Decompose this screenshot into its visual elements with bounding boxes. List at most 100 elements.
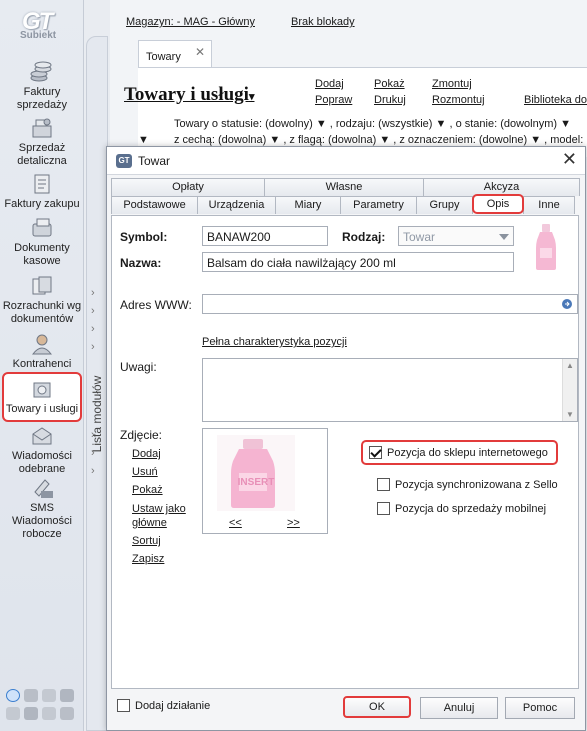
sms-icon [34, 479, 53, 498]
close-tab-icon[interactable]: ✕ [195, 45, 205, 59]
cancel-button[interactable]: Anuluj [420, 697, 498, 719]
assemble-link[interactable]: Zmontuj [432, 78, 472, 90]
sidebar-item-kontrahenci[interactable]: Kontrahenci [2, 332, 82, 371]
register-small-icon[interactable] [42, 689, 56, 702]
chevron-right-icon: › [91, 465, 95, 477]
photo-label: Zdjęcie: [120, 428, 163, 442]
type-label: Rodzaj: [342, 230, 386, 244]
photo-prev-link[interactable]: << [229, 517, 242, 529]
photo-next-link[interactable]: >> [287, 517, 300, 529]
close-icon[interactable]: ✕ [562, 149, 577, 170]
collapse-arrow-icon[interactable]: ▼ [138, 134, 149, 146]
product-dialog: GT Towar ✕ Opłaty Własne Akcyza Podstawo… [106, 146, 586, 731]
product-small-icon[interactable] [42, 707, 56, 720]
photo-delete-link[interactable]: Usuń [132, 466, 158, 478]
name-field[interactable]: Balsam do ciała nawilżający 200 ml [202, 252, 514, 272]
edit-link[interactable]: Popraw [315, 94, 352, 106]
checkbox-unchecked[interactable] [117, 699, 130, 712]
open-link-icon[interactable] [561, 298, 573, 310]
sidebar-item-faktury-zakupu[interactable]: Faktury zakupu [2, 172, 82, 211]
www-field[interactable] [202, 294, 578, 314]
photo-save-link[interactable]: Zapisz [132, 553, 164, 565]
photo-show-link[interactable]: Pokaż [132, 484, 163, 496]
bullet-icon[interactable] [6, 689, 20, 702]
sidebar-item-label: Dokumenty kasowe [14, 242, 70, 267]
scroll-down-icon[interactable]: ▼ [566, 410, 574, 419]
filter-line-2[interactable]: z cechą: (dowolna) ▼ , z flagą: (dowolna… [174, 134, 583, 146]
filter-line-1[interactable]: Towary o statusie: (dowolny) ▼ , rodzaju… [174, 118, 571, 130]
sidebar-item-towary-i-uslugi[interactable]: Towary i usługi [2, 372, 82, 422]
docs-small-icon[interactable] [6, 707, 20, 720]
tab-oplaty[interactable]: Opłaty [111, 178, 265, 196]
tab-wlasne[interactable]: Własne [264, 178, 424, 196]
coins-icon [30, 61, 52, 82]
www-label: Adres WWW: [120, 298, 192, 312]
sidebar-item-label: Wiadomości odebrane [12, 450, 72, 475]
sidebar-bottom-icons [4, 688, 82, 724]
chevron-right-icon: › [91, 287, 95, 299]
photo-set-main-link[interactable]: Ustaw jako główne [132, 502, 192, 530]
tab-towary[interactable]: Towary ✕ [138, 40, 212, 68]
tab-inne[interactable]: Inne [523, 196, 575, 214]
scroll-up-icon[interactable]: ▲ [566, 361, 574, 370]
print-link[interactable]: Drukuj [374, 94, 406, 106]
checkbox-add-action[interactable]: Dodaj działanie [117, 699, 210, 712]
page-title[interactable]: Towary i usługi▾ [124, 84, 254, 106]
tab-urzadzenia[interactable]: Urządzenia [197, 196, 276, 214]
invoice-small-icon[interactable] [60, 689, 74, 702]
checkbox-sello-sync[interactable]: Pozycja synchronizowana z Sello [377, 478, 558, 491]
disassemble-link[interactable]: Rozmontuj [432, 94, 485, 106]
person-small-icon[interactable] [24, 707, 38, 720]
coins-small-icon[interactable] [24, 689, 38, 702]
product-thumbnail[interactable] [532, 222, 560, 272]
checkbox-unchecked[interactable] [377, 502, 390, 515]
tab-grupy[interactable]: Grupy [416, 196, 473, 214]
checkbox-mobile-sales[interactable]: Pozycja do sprzedaży mobilnej [377, 502, 546, 515]
sidebar-item-label: Faktury zakupu [4, 198, 80, 210]
sidebar-item-label: Towary i usługi [5, 403, 79, 415]
sidebar-item-faktury-sprzedazy[interactable]: Faktury sprzedaży [2, 60, 82, 112]
checkbox-online-shop[interactable]: Pozycja do sklepu internetowego [361, 440, 558, 465]
ok-button[interactable]: OK [343, 696, 411, 718]
sidebar-item-rozrachunki[interactable]: Rozrachunki wg dokumentów [2, 274, 82, 326]
sidebar-item-label: Rozrachunki wg dokumentów [2, 300, 82, 325]
type-select[interactable]: Towar [398, 226, 514, 246]
warehouse-selector[interactable]: Magazyn: - MAG - Główny [126, 16, 255, 28]
product-photo[interactable]: INSERT [217, 435, 295, 511]
tab-opis[interactable]: Opis [472, 194, 524, 214]
full-characteristic-link[interactable]: Pełna charakterystyka pozycji [202, 336, 347, 348]
notes-scrollbar[interactable]: ▲ ▼ [562, 359, 577, 421]
help-button[interactable]: Pomoc [505, 697, 575, 719]
sidebar-item-sprzedaz-detaliczna[interactable]: Sprzedaż detaliczna [2, 116, 82, 168]
sidebar-item-dokumenty-kasowe[interactable]: Dokumenty kasowe [2, 216, 82, 268]
chevron-down-icon: ▾ [248, 91, 255, 103]
checkbox-label: Pozycja do sklepu internetowego [387, 446, 548, 459]
tab-label: Towary [146, 51, 181, 63]
sidebar-item-wiadomosci-odebrane[interactable]: Wiadomości odebrane [2, 424, 82, 476]
checkbox-unchecked[interactable] [377, 478, 390, 491]
tab-content-opis: Symbol: BANAW200 Rodzaj: Towar Nazwa: Ba… [111, 215, 579, 689]
show-link[interactable]: Pokaż [374, 78, 405, 90]
tab-podstawowe[interactable]: Podstawowe [111, 196, 198, 214]
sidebar-item-sms[interactable]: SMS Wiadomości robocze [2, 476, 82, 541]
name-value: Balsam do ciała nawilżający 200 ml [207, 256, 396, 270]
photo-box[interactable]: INSERT << >> [202, 428, 328, 534]
photo-add-link[interactable]: Dodaj [132, 448, 161, 460]
module-list-strip[interactable]: › › › › › › › Lista modułów [86, 36, 108, 731]
checkbox-label: Pozycja do sprzedaży mobilnej [395, 502, 547, 515]
lock-status-link[interactable]: Brak blokady [291, 16, 355, 28]
symbol-field[interactable]: BANAW200 [202, 226, 328, 246]
checkbox-checked[interactable] [369, 446, 382, 459]
photo-watermark: INSERT [238, 477, 275, 488]
module-sidebar: GT Subiekt Faktury sprzedaży Sprzedaż de… [0, 0, 84, 731]
tab-miary[interactable]: Miary [275, 196, 341, 214]
notes-textarea[interactable]: ▲ ▼ [202, 358, 578, 422]
dialog-titlebar: GT Towar ✕ [107, 147, 585, 175]
add-link[interactable]: Dodaj [315, 78, 344, 90]
tab-parametry[interactable]: Parametry [340, 196, 417, 214]
photo-sort-link[interactable]: Sortuj [132, 535, 161, 547]
mail-small-icon[interactable] [60, 707, 74, 720]
person-icon [31, 334, 53, 355]
top-links: Magazyn: - MAG - Główny Brak blokady [126, 16, 391, 28]
document-library-link[interactable]: Biblioteka dok [524, 94, 587, 106]
